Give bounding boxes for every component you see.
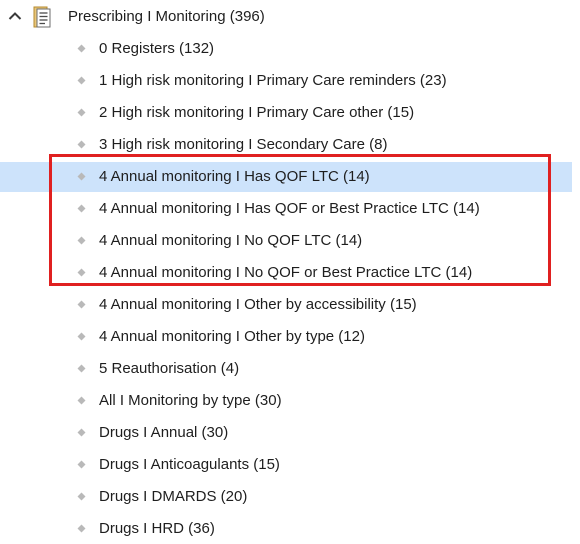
tree-item[interactable]: 1 High risk monitoring I Primary Care re… — [0, 66, 572, 96]
chevron-up-icon[interactable] — [8, 11, 22, 21]
diamond-bullet-icon — [77, 172, 86, 181]
diamond-bullet-icon — [77, 492, 86, 501]
tree-item-label: 4 Annual monitoring I No QOF or Best Pra… — [99, 264, 473, 281]
tree-item-label: Drugs I DMARDS (20) — [99, 488, 248, 505]
diamond-bullet-icon — [77, 300, 86, 309]
tree-item-label: 4 Annual monitoring I No QOF LTC (14) — [99, 232, 363, 249]
diamond-bullet-icon — [77, 204, 86, 213]
diamond-bullet-icon — [77, 140, 86, 149]
tree-item-label: 4 Annual monitoring I Other by accessibi… — [99, 296, 417, 313]
tree-item[interactable]: 4 Annual monitoring I No QOF LTC (14) — [0, 226, 572, 256]
tree-item[interactable]: Drugs I Annual (30) — [0, 418, 572, 448]
diamond-bullet-icon — [77, 236, 86, 245]
tree-item-label: 5 Reauthorisation (4) — [99, 360, 240, 377]
tree-item-label: Drugs I Annual (30) — [99, 424, 229, 441]
tree-item[interactable]: Drugs I DMARDS (20) — [0, 482, 572, 512]
tree-item[interactable]: Drugs I Anticoagulants (15) — [0, 450, 572, 480]
tree-item[interactable]: 4 Annual monitoring I Other by type (12) — [0, 322, 572, 352]
tree-item-label: 0 Registers (132) — [99, 40, 215, 57]
tree-root-label: Prescribing I Monitoring (396) — [68, 8, 265, 25]
tree-item[interactable]: 4 Annual monitoring I Has QOF LTC (14) — [0, 162, 572, 192]
tree-item-label: 4 Annual monitoring I Other by type (12) — [99, 328, 365, 345]
tree-item[interactable]: 2 High risk monitoring I Primary Care ot… — [0, 98, 572, 128]
tree-root-row[interactable]: Prescribing I Monitoring (396) — [0, 3, 580, 31]
tree-item-label: Drugs I Anticoagulants (15) — [99, 456, 280, 473]
tree-item[interactable]: 5 Reauthorisation (4) — [0, 354, 572, 384]
tree-item-label: All I Monitoring by type (30) — [99, 392, 282, 409]
tree-item-label: 4 Annual monitoring I Has QOF or Best Pr… — [99, 200, 480, 217]
diamond-bullet-icon — [77, 428, 86, 437]
diamond-bullet-icon — [77, 44, 86, 53]
tree-item[interactable]: 4 Annual monitoring I No QOF or Best Pra… — [0, 258, 572, 288]
diamond-bullet-icon — [77, 460, 86, 469]
diamond-bullet-icon — [77, 76, 86, 85]
diamond-bullet-icon — [77, 332, 86, 341]
tree-item[interactable]: 3 High risk monitoring I Secondary Care … — [0, 130, 572, 160]
tree-item-label: 4 Annual monitoring I Has QOF LTC (14) — [99, 168, 370, 185]
tree-item-label: 2 High risk monitoring I Primary Care ot… — [99, 104, 415, 121]
diamond-bullet-icon — [77, 524, 86, 533]
diamond-bullet-icon — [77, 396, 86, 405]
tree-item-label: Drugs I HRD (36) — [99, 520, 215, 537]
folder-document-icon — [33, 6, 51, 28]
tree-item-label: 3 High risk monitoring I Secondary Care … — [99, 136, 388, 153]
diamond-bullet-icon — [77, 268, 86, 277]
diamond-bullet-icon — [77, 364, 86, 373]
tree-item-label: 1 High risk monitoring I Primary Care re… — [99, 72, 447, 89]
tree-item[interactable]: 0 Registers (132) — [0, 34, 572, 64]
tree-item[interactable]: All I Monitoring by type (30) — [0, 386, 572, 416]
tree-item[interactable]: 4 Annual monitoring I Has QOF or Best Pr… — [0, 194, 572, 224]
diamond-bullet-icon — [77, 108, 86, 117]
tree-item[interactable]: 4 Annual monitoring I Other by accessibi… — [0, 290, 572, 320]
